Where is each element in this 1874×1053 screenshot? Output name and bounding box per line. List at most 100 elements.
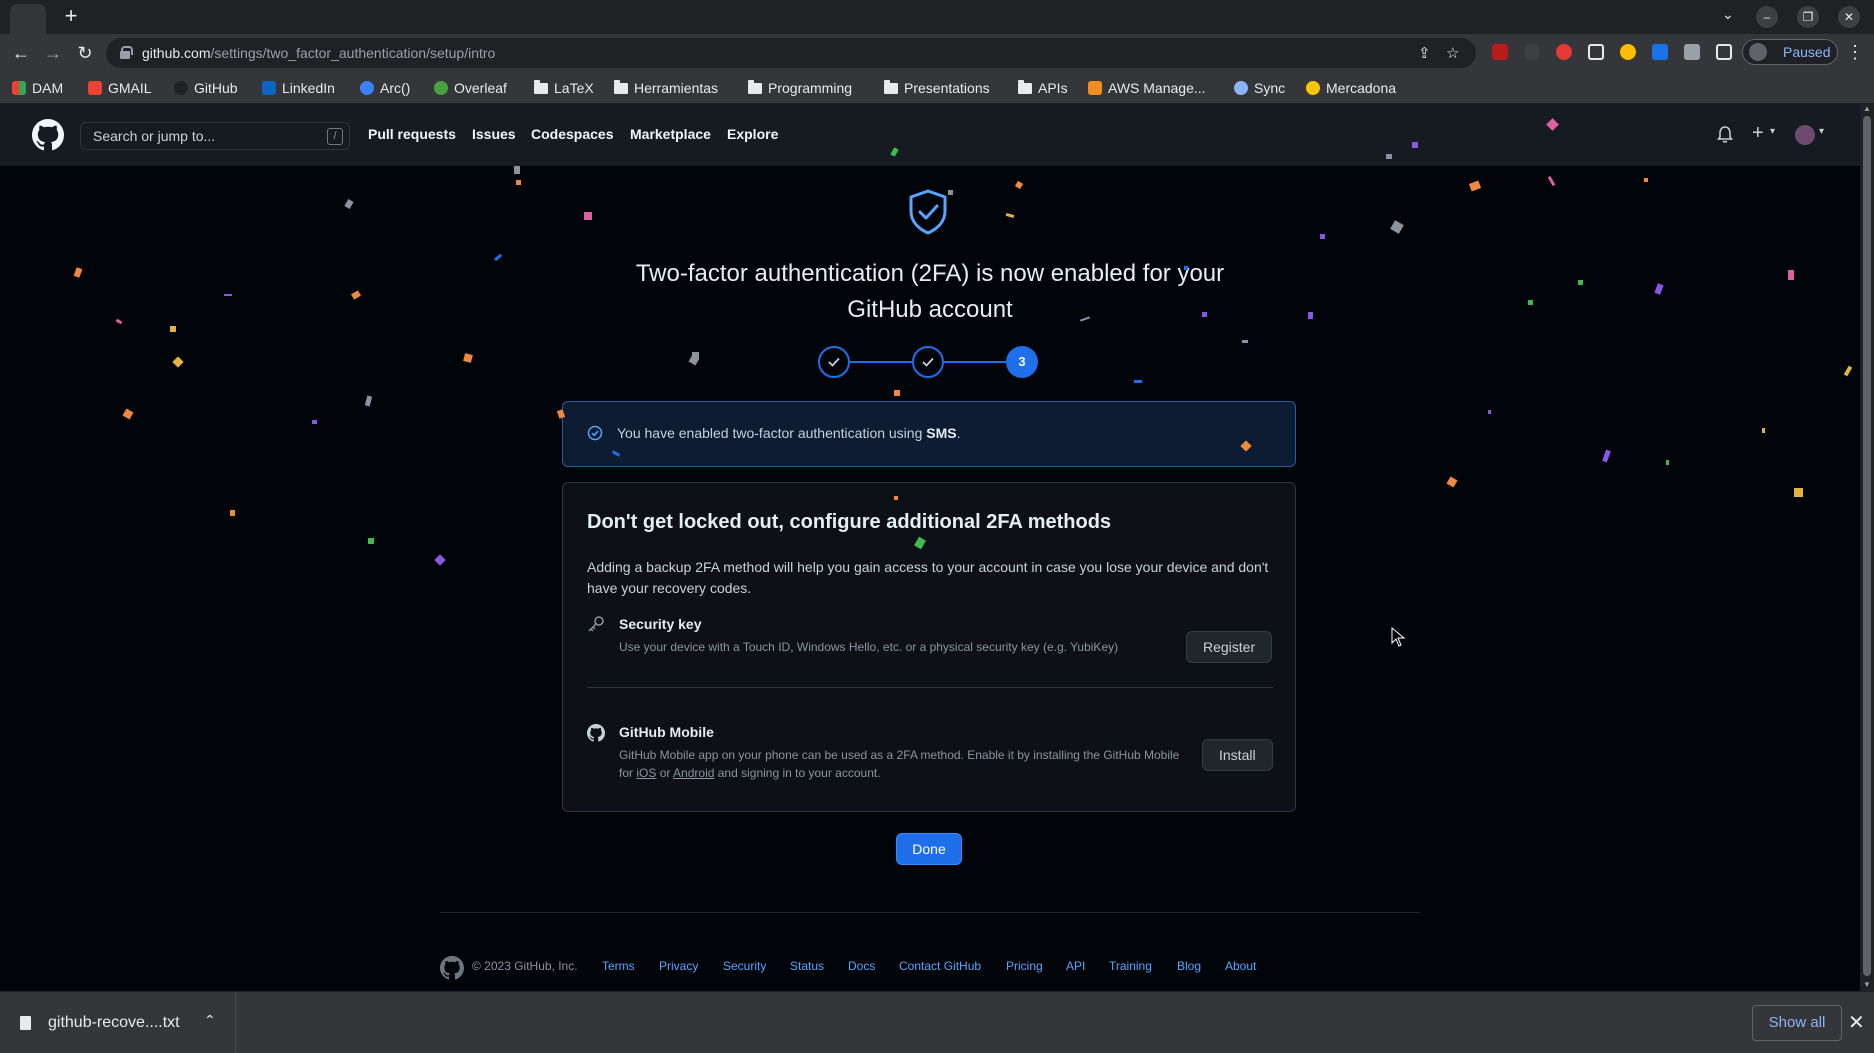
bookmark-sync[interactable]: Sync (1234, 79, 1285, 97)
mobile-desc-suffix: and signing in to your account. (714, 766, 881, 780)
bookmark-gmail[interactable]: GMAIL (88, 79, 152, 97)
file-icon (20, 1016, 31, 1030)
puzzle-extensions-icon[interactable] (1684, 44, 1700, 60)
footer-link-training[interactable]: Training (1109, 959, 1152, 973)
address-bar[interactable]: github.com/settings/two_factor_authentic… (106, 38, 1476, 68)
back-arrow-icon[interactable]: ← (10, 42, 32, 64)
chevron-up-icon[interactable]: ⌃ (204, 1012, 216, 1029)
download-shelf: github-recove....txt ⌃ Show all ✕ (0, 991, 1874, 1053)
bookmark-star-icon[interactable]: ☆ (1446, 44, 1459, 62)
github-footer-logo-icon[interactable] (440, 956, 464, 980)
footer-link-blog[interactable]: Blog (1177, 959, 1201, 973)
confetti-piece (1202, 312, 1207, 317)
bookmark-overleaf[interactable]: Overleaf (434, 79, 507, 97)
bookmark-label: Mercadona (1326, 80, 1397, 96)
register-button[interactable]: Register (1186, 631, 1273, 663)
bookmark-label: Overleaf (454, 80, 507, 96)
install-button[interactable]: Install (1202, 739, 1273, 771)
bookmark-aws[interactable]: AWS Manage... (1088, 79, 1206, 97)
url-text[interactable]: github.com/settings/two_factor_authentic… (142, 45, 495, 61)
github-page: Search or jump to... / Pull requests Iss… (0, 104, 1860, 991)
page-scrollbar[interactable]: ▲ ▼ (1860, 104, 1874, 991)
search-input[interactable]: Search or jump to... / (80, 122, 350, 150)
confetti-piece (1644, 178, 1648, 182)
mercadona-icon (1306, 81, 1320, 95)
nav-pull-requests[interactable]: Pull requests (368, 126, 456, 142)
browser-tab[interactable] (10, 4, 46, 34)
done-button[interactable]: Done (896, 833, 962, 865)
tab-search-chevron-icon[interactable]: ⌄ (1722, 6, 1734, 23)
folder-icon (534, 79, 548, 94)
download-item[interactable]: github-recove....txt ⌃ (0, 992, 236, 1053)
scroll-thumb[interactable] (1863, 116, 1871, 976)
confetti-piece (351, 290, 361, 300)
close-icon[interactable]: ✕ (1848, 1010, 1865, 1035)
scroll-up-icon[interactable]: ▲ (1863, 104, 1871, 113)
close-icon[interactable]: ✕ (1838, 6, 1860, 28)
confetti-piece (493, 253, 503, 262)
footer-link-security[interactable]: Security (723, 959, 766, 973)
reload-icon[interactable]: ↻ (74, 42, 96, 64)
bookmark-arc[interactable]: Arc() (360, 79, 410, 97)
share-icon[interactable]: ⇪ (1418, 44, 1431, 62)
check-icon (922, 357, 934, 367)
bookmark-github[interactable]: GitHub (174, 79, 238, 97)
confetti-piece (463, 353, 473, 363)
bookmark-folder-programming[interactable]: Programming (748, 79, 852, 97)
extension-icon[interactable] (1652, 44, 1668, 60)
footer-link-privacy[interactable]: Privacy (659, 959, 698, 973)
footer-link-contact[interactable]: Contact GitHub (899, 959, 981, 973)
page-title: Two-factor authentication (2FA) is now e… (635, 260, 1225, 323)
android-link[interactable]: Android (673, 766, 714, 780)
confetti-piece (514, 166, 520, 174)
profile-paused-button[interactable]: Paused (1742, 39, 1838, 65)
footer-link-terms[interactable]: Terms (602, 959, 635, 973)
footer-link-about[interactable]: About (1225, 959, 1256, 973)
forward-arrow-icon[interactable]: → (42, 42, 64, 64)
bookmark-mercadona[interactable]: Mercadona (1306, 79, 1396, 97)
shield-check-icon (909, 189, 947, 235)
extension-icon[interactable] (1556, 44, 1572, 60)
ublock-extension-icon[interactable] (1492, 44, 1508, 60)
minimize-icon[interactable]: – (1756, 6, 1778, 28)
caret-down-icon[interactable]: ▾ (1770, 126, 1775, 137)
folder-icon (614, 79, 628, 94)
bell-icon[interactable] (1717, 126, 1733, 144)
scroll-down-icon[interactable]: ▼ (1863, 980, 1871, 989)
overleaf-icon (434, 81, 448, 95)
box-title: Don't get locked out, configure addition… (587, 511, 1112, 533)
bookmark-folder-latex[interactable]: LaTeX (534, 79, 594, 97)
caret-down-icon[interactable]: ▾ (1819, 126, 1824, 137)
browser-menu-icon[interactable]: ⋮ (1846, 42, 1864, 63)
footer-link-docs[interactable]: Docs (848, 959, 875, 973)
extension-icon[interactable] (1620, 44, 1636, 60)
footer-link-api[interactable]: API (1066, 959, 1085, 973)
extension-icon[interactable] (1588, 44, 1604, 60)
nav-issues[interactable]: Issues (472, 126, 516, 142)
show-all-button[interactable]: Show all (1752, 1005, 1842, 1041)
bookmark-linkedin[interactable]: LinkedIn (262, 79, 335, 97)
github-logo-icon[interactable] (32, 119, 64, 151)
nav-codespaces[interactable]: Codespaces (531, 126, 613, 142)
ios-link[interactable]: iOS (636, 766, 656, 780)
flash-method: SMS (926, 425, 957, 441)
bookmark-folder-presentations[interactable]: Presentations (884, 79, 990, 97)
confetti-piece (1184, 266, 1188, 270)
extension-icon[interactable] (1524, 44, 1540, 60)
create-new-plus-icon[interactable]: + (1752, 122, 1764, 145)
nav-explore[interactable]: Explore (727, 126, 778, 142)
bookmark-folder-apis[interactable]: APIs (1018, 79, 1068, 97)
user-avatar[interactable] (1795, 125, 1815, 145)
bookmark-label: Programming (768, 80, 853, 96)
side-panel-icon[interactable] (1716, 44, 1732, 60)
footer-link-status[interactable]: Status (790, 959, 824, 973)
bookmark-folder-herramientas[interactable]: Herramientas (614, 79, 718, 97)
new-tab-icon[interactable]: + (60, 5, 82, 27)
mouse-cursor-icon (1391, 627, 1405, 647)
nav-marketplace[interactable]: Marketplace (630, 126, 711, 142)
bookmark-label: AWS Manage... (1108, 80, 1206, 96)
bookmark-dam[interactable]: DAM (12, 79, 63, 97)
restore-icon[interactable]: ❐ (1797, 6, 1819, 28)
footer-link-pricing[interactable]: Pricing (1006, 959, 1043, 973)
arc-icon (360, 81, 374, 95)
